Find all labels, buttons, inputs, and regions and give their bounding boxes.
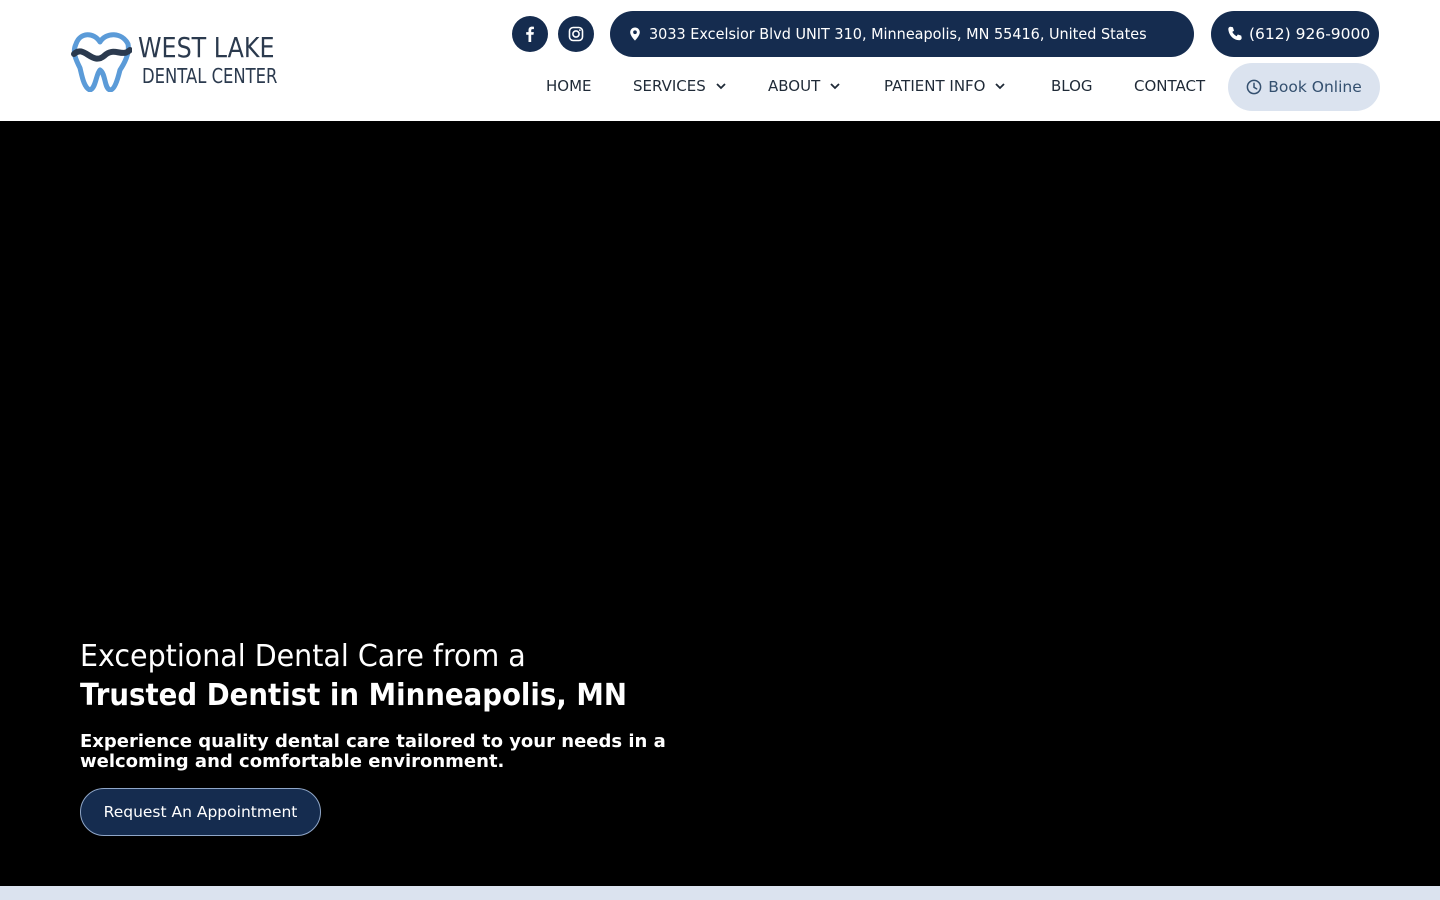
chevron-down-icon [829, 80, 841, 92]
nav-blog[interactable]: BLOG [1051, 62, 1093, 110]
nav-contact[interactable]: CONTACT [1134, 62, 1205, 110]
hero-section: Exceptional Dental Care from a Trusted D… [0, 121, 1440, 886]
nav-about-label: ABOUT [768, 77, 821, 95]
facebook-icon [526, 26, 534, 42]
map-pin-icon [626, 25, 644, 43]
nav-patient-info[interactable]: PATIENT INFO [884, 62, 1006, 110]
instagram-icon [568, 26, 584, 42]
chevron-down-icon [715, 80, 727, 92]
address-text: 3033 Excelsior Blvd UNIT 310, Minneapoli… [649, 25, 1147, 43]
nav-services-label: SERVICES [633, 77, 706, 95]
nav-home-label: HOME [546, 77, 592, 95]
main-nav: HOME SERVICES ABOUT PATIENT INFO BLOG CO… [0, 62, 1440, 110]
site-header: WEST LAKE DENTAL CENTER 3033 Excelsior B… [0, 0, 1440, 121]
hero-heading-line2: Trusted Dentist in Minneapolis, MN [80, 678, 627, 713]
next-section-edge [0, 886, 1440, 900]
book-online-button[interactable]: Book Online [1228, 63, 1380, 111]
hero-subtitle: Experience quality dental care tailored … [80, 731, 666, 772]
request-appointment-button[interactable]: Request An Appointment [80, 788, 321, 836]
nav-patient-info-label: PATIENT INFO [884, 77, 986, 95]
address-button[interactable]: 3033 Excelsior Blvd UNIT 310, Minneapoli… [610, 11, 1194, 57]
nav-services[interactable]: SERVICES [633, 62, 727, 110]
phone-icon [1226, 25, 1244, 43]
phone-button[interactable]: (612) 926-9000 [1211, 11, 1379, 57]
chevron-down-icon [994, 80, 1006, 92]
facebook-link[interactable] [512, 16, 548, 52]
instagram-link[interactable] [558, 16, 594, 52]
nav-about[interactable]: ABOUT [768, 62, 841, 110]
book-online-label: Book Online [1268, 78, 1362, 96]
logo-line1: WEST LAKE [138, 31, 275, 64]
nav-contact-label: CONTACT [1134, 77, 1206, 95]
clock-icon [1246, 79, 1263, 96]
nav-home[interactable]: HOME [546, 62, 592, 110]
hero-heading-line1: Exceptional Dental Care from a [80, 639, 526, 674]
nav-blog-label: BLOG [1051, 77, 1093, 95]
phone-text: (612) 926-9000 [1249, 25, 1371, 43]
